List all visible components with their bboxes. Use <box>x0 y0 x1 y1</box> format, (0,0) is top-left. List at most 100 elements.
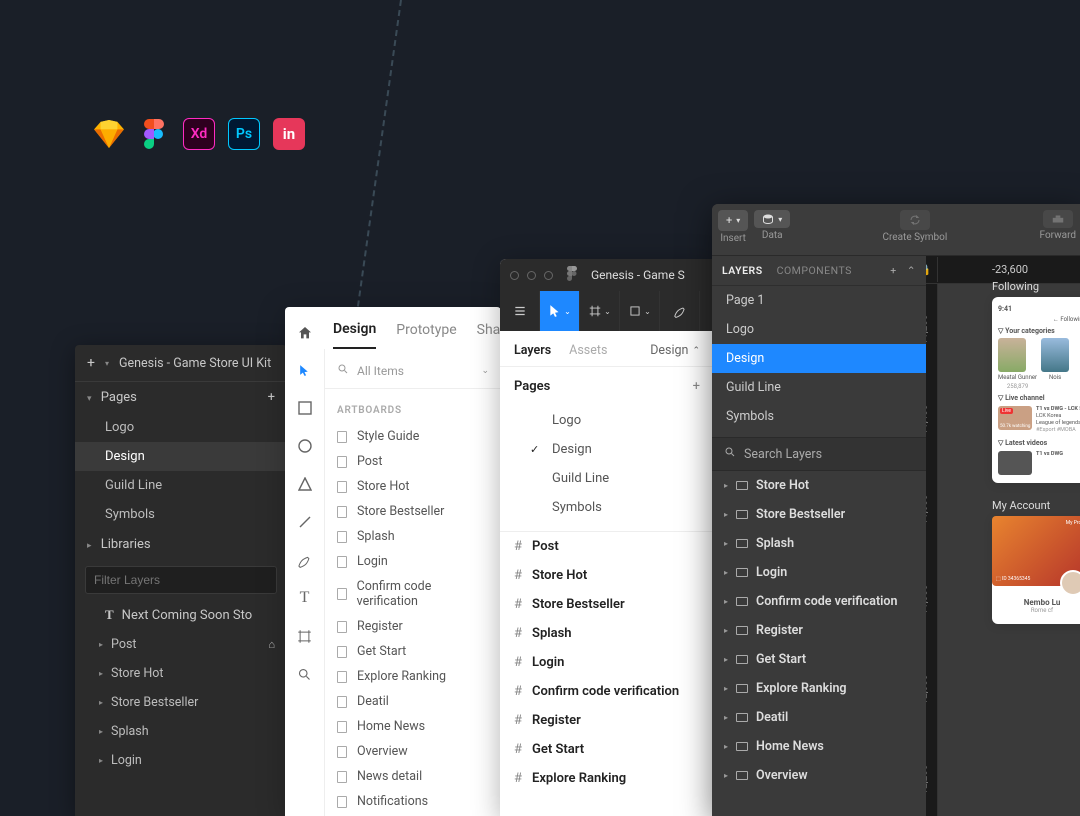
page-item[interactable]: Guild Line <box>500 464 714 493</box>
artboard-item[interactable]: Style Guide <box>325 424 501 449</box>
page-item[interactable]: Page 1 <box>712 286 926 315</box>
layer-item[interactable]: ▸Register <box>712 616 926 645</box>
frame-item[interactable]: #Explore Ranking <box>500 764 714 793</box>
insert-button[interactable]: + ▾ <box>718 210 748 231</box>
layer-item[interactable]: ▸Login <box>712 558 926 587</box>
layer-item[interactable]: ▸Store Bestseller <box>712 500 926 529</box>
pages-label: Pages <box>514 379 550 394</box>
following-artboard[interactable]: 9:41 ← Following ▽ Your categories Meata… <box>992 297 1080 483</box>
page-item[interactable]: ✓Design <box>500 435 714 464</box>
artboard-item[interactable]: Notifications <box>325 789 501 814</box>
rectangle-tool-icon[interactable] <box>296 399 314 417</box>
artboard-item[interactable]: Get Start <box>325 639 501 664</box>
tab-components[interactable]: COMPONENTS <box>777 264 852 277</box>
artboard-item[interactable]: News detail <box>325 764 501 789</box>
page-item[interactable]: Symbols <box>500 493 714 522</box>
create-symbol-button[interactable] <box>900 210 930 230</box>
subtab-layers[interactable]: Layers <box>514 343 551 358</box>
artboard-item[interactable]: T Next Coming Soon Sto <box>75 600 287 630</box>
page-item[interactable]: Guild Line <box>75 471 287 500</box>
layer-item[interactable]: ▸ Post⌂ <box>75 630 287 659</box>
page-item[interactable]: Design <box>75 442 287 471</box>
select-tool-icon[interactable] <box>296 361 314 379</box>
artboard-item[interactable]: Store Bestseller <box>325 499 501 524</box>
artboard-item[interactable]: Splash <box>325 524 501 549</box>
add-page-icon[interactable]: + <box>268 390 275 405</box>
subtab-assets[interactable]: Assets <box>569 343 607 358</box>
frame-item[interactable]: #Get Start <box>500 735 714 764</box>
page-item[interactable]: Guild Line <box>712 373 926 402</box>
layer-item[interactable]: ▸ Store Bestseller <box>75 688 287 717</box>
libraries-section[interactable]: ▸ Libraries <box>75 529 287 560</box>
window-dot-icon[interactable] <box>510 271 519 280</box>
window-dot-icon[interactable] <box>544 271 553 280</box>
add-icon[interactable]: + <box>87 355 95 371</box>
zoom-tool-icon[interactable] <box>296 665 314 683</box>
artboard-item[interactable]: Deatil <box>325 689 501 714</box>
account-artboard[interactable]: My Profile ⬚ ID 34365345 Nembo Lu Rome c… <box>992 516 1080 624</box>
pen-tool-icon[interactable] <box>660 291 700 331</box>
chevron-down-icon[interactable]: ⌄ <box>481 366 489 376</box>
line-tool-icon[interactable] <box>296 513 314 531</box>
move-tool-icon[interactable]: ⌄ <box>540 291 580 331</box>
search-row[interactable]: All Items ⌄ <box>325 359 501 389</box>
collapse-icon[interactable]: ⌃ <box>907 264 916 277</box>
tab-prototype[interactable]: Prototype <box>396 322 456 348</box>
subtab-design[interactable]: Design ⌃ <box>650 343 700 358</box>
frame-item[interactable]: #Post <box>500 532 714 561</box>
filter-layers-input[interactable] <box>85 566 277 594</box>
artboard-item[interactable]: Overview <box>325 739 501 764</box>
pages-section[interactable]: ▾ Pages + <box>75 382 287 413</box>
polygon-tool-icon[interactable] <box>296 475 314 493</box>
add-page-icon[interactable]: + <box>693 379 700 394</box>
frame-item[interactable]: #Register <box>500 706 714 735</box>
tab-design[interactable]: Design <box>333 321 376 349</box>
menu-icon[interactable] <box>500 291 540 331</box>
pen-tool-icon[interactable] <box>296 551 314 569</box>
shape-tool-icon[interactable]: ⌄ <box>620 291 660 331</box>
layer-item[interactable]: ▸Splash <box>712 529 926 558</box>
frame-item[interactable]: #Splash <box>500 619 714 648</box>
layer-item[interactable]: ▸Store Hot <box>712 471 926 500</box>
frame-item[interactable]: #Store Bestseller <box>500 590 714 619</box>
artboard-item[interactable]: Register <box>325 614 501 639</box>
layer-item[interactable]: ▸ Splash <box>75 717 287 746</box>
layer-item[interactable]: ▸Get Start <box>712 645 926 674</box>
add-icon[interactable]: + <box>890 264 896 277</box>
frame-tool-icon[interactable]: ⌄ <box>580 291 620 331</box>
layer-item[interactable]: ▸Deatil <box>712 703 926 732</box>
page-item[interactable]: Logo <box>75 413 287 442</box>
page-item[interactable]: Logo <box>500 406 714 435</box>
artboard-item[interactable]: Confirm code verification <box>325 574 501 614</box>
dropdown-caret-icon[interactable]: ▾ <box>105 359 109 368</box>
layer-item[interactable]: ▸Home News <box>712 732 926 761</box>
layer-item[interactable]: ▸Confirm code verification <box>712 587 926 616</box>
frame-item[interactable]: #Login <box>500 648 714 677</box>
tab-share[interactable]: Share <box>477 322 501 348</box>
layer-item[interactable]: ▸ Login <box>75 746 287 775</box>
forward-button[interactable] <box>1043 210 1073 228</box>
tab-layers[interactable]: LAYERS <box>722 264 763 277</box>
page-item[interactable]: Design <box>712 344 926 373</box>
artboard-title: Following <box>992 280 1080 293</box>
ellipse-tool-icon[interactable] <box>296 437 314 455</box>
layer-item[interactable]: ▸Explore Ranking <box>712 674 926 703</box>
artboard-item[interactable]: Login <box>325 549 501 574</box>
search-layers-input[interactable]: Search Layers <box>744 447 822 462</box>
layer-item[interactable]: ▸Overview <box>712 761 926 790</box>
frame-item[interactable]: #Confirm code verification <box>500 677 714 706</box>
data-button[interactable]: ▾ <box>754 210 790 228</box>
page-item[interactable]: Symbols <box>75 500 287 529</box>
page-item[interactable]: Symbols <box>712 402 926 431</box>
text-tool-icon[interactable]: T <box>296 589 314 607</box>
artboard-item[interactable]: Explore Ranking <box>325 664 501 689</box>
page-item[interactable]: Logo <box>712 315 926 344</box>
artboard-item[interactable]: Store Hot <box>325 474 501 499</box>
artboard-item[interactable]: Post <box>325 449 501 474</box>
artboard-tool-icon[interactable] <box>296 627 314 645</box>
frame-item[interactable]: #Store Hot <box>500 561 714 590</box>
artboard-item[interactable]: Home News <box>325 714 501 739</box>
layer-item[interactable]: ▸ Store Hot <box>75 659 287 688</box>
home-icon[interactable] <box>297 325 313 345</box>
window-dot-icon[interactable] <box>527 271 536 280</box>
